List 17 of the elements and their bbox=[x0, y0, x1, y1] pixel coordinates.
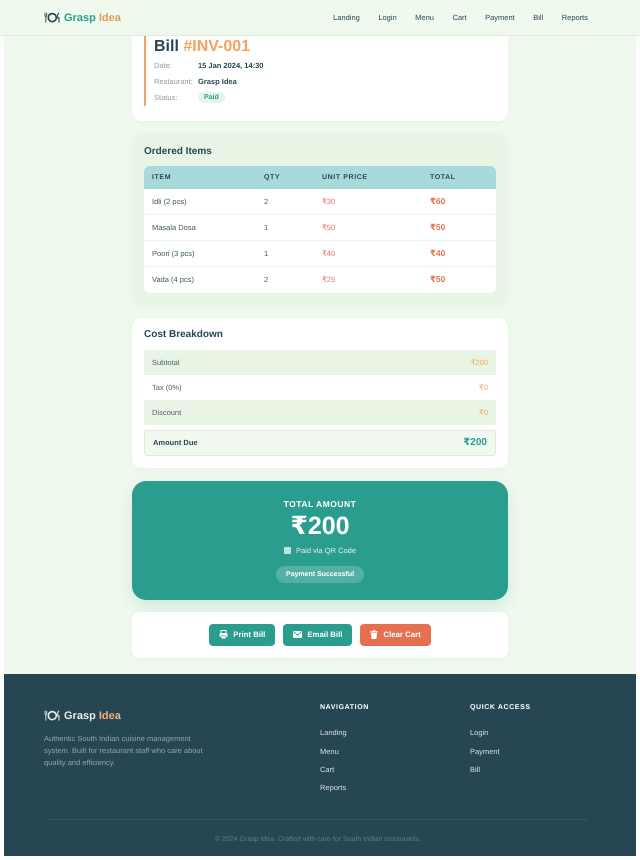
plate-cutlery-icon bbox=[44, 12, 60, 23]
table-cell-text: ₹60 bbox=[429, 196, 446, 207]
table-cell-text: ₹50 bbox=[429, 274, 446, 286]
plate-cutlery-icon bbox=[44, 710, 60, 722]
section-title: Ordered Items bbox=[144, 144, 213, 159]
cost-value: ₹200 bbox=[463, 437, 487, 448]
square-icon bbox=[284, 547, 291, 554]
section-title: Cost Breakdown bbox=[144, 328, 224, 342]
printer-icon bbox=[219, 630, 228, 640]
brand-name[interactable]: Grasp Idea bbox=[64, 710, 121, 722]
total-amount: ₹200 bbox=[290, 512, 350, 540]
table-cell-text: ₹40 bbox=[429, 248, 446, 259]
envelope-icon bbox=[293, 631, 302, 638]
total-label: TOTAL AMOUNT bbox=[284, 498, 356, 509]
table-cell-text: ₹50 bbox=[429, 222, 446, 233]
bill-title: Bill #INV-001 bbox=[154, 37, 252, 57]
trash-icon bbox=[370, 630, 378, 640]
